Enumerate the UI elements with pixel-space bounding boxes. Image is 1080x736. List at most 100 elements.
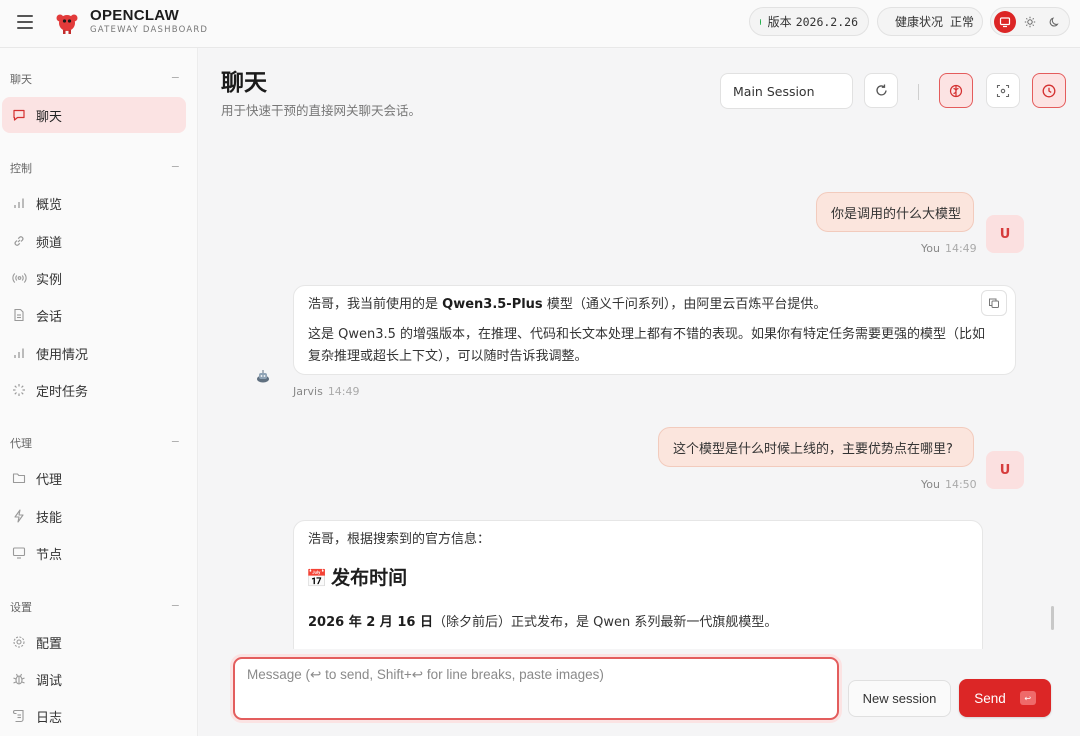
focus-mode-button[interactable] [986, 73, 1020, 108]
loader-icon [11, 382, 27, 398]
thinking-toggle-button[interactable] [939, 73, 973, 108]
sidebar-item-config[interactable]: 配置 [2, 624, 186, 660]
message-meta: You 14:49 [921, 242, 977, 255]
sidebar-item-nodes[interactable]: 节点 [2, 535, 186, 571]
sidebar-item-label: 使用情况 [36, 347, 89, 363]
message-paragraph: 浩哥，我当前使用的是 Qwen3.5-Plus 模型（通义千问系列），由阿里云百… [308, 292, 826, 317]
assistant-message-bubble: 浩哥，我当前使用的是 Qwen3.5-Plus 模型（通义千问系列），由阿里云百… [293, 285, 1016, 375]
user-message-bubble: 这个模型是什么时候上线的，主要优势点在哪里? [658, 427, 974, 467]
status-dot-icon [760, 18, 761, 25]
message-time: 14:50 [944, 478, 977, 491]
message-sender: You [921, 242, 940, 255]
send-label: Send [974, 690, 1006, 706]
version-label: 版本 [767, 15, 792, 29]
message-heading: 📅 发布时间 [306, 566, 407, 592]
message-meta: Jarvis 14:49 [293, 385, 360, 398]
brand-title: OPENCLAW [90, 7, 180, 24]
monitor-icon [999, 17, 1011, 28]
message-text: 复杂推理或超长上下文），可以随时告诉我调整。 [308, 349, 588, 364]
sidebar-item-channels[interactable]: 频道 [2, 223, 186, 259]
health-badge: 健康状况 正常 [877, 7, 983, 36]
theme-light-button[interactable] [1019, 11, 1041, 33]
folder-icon [11, 470, 27, 486]
sidebar-item-logs[interactable]: 日志 [2, 698, 186, 734]
link-icon [11, 233, 27, 249]
document-icon [11, 307, 27, 323]
sidebar-item-label: 节点 [36, 547, 63, 563]
chat-scrollbar[interactable] [1051, 606, 1054, 630]
health-label: 健康状况 [895, 15, 944, 29]
chat-icon [11, 107, 27, 123]
sidebar-item-label: 会话 [36, 309, 63, 325]
avatar: U [986, 215, 1024, 253]
sidebar-item-label: 聊天 [36, 109, 63, 125]
refresh-button[interactable] [864, 73, 898, 108]
sidebar-item-label: 代理 [36, 472, 63, 488]
page-title: 聊天 [221, 70, 267, 96]
sidebar-item-usage[interactable]: 使用情况 [2, 335, 186, 371]
section-title: 设置 [10, 601, 32, 614]
copy-icon [989, 298, 999, 308]
sidebar-item-label: 实例 [36, 272, 63, 288]
sidebar-section-settings[interactable]: 设置 − [10, 599, 180, 615]
sidebar-item-instances[interactable]: 实例 [2, 260, 186, 296]
section-title: 控制 [10, 162, 32, 175]
message-text: 浩哥，根据搜索到的官方信息： [308, 532, 491, 547]
sidebar-item-agents[interactable]: 代理 [2, 460, 186, 496]
section-title: 聊天 [10, 73, 32, 86]
sidebar-section-agents[interactable]: 代理 − [10, 435, 180, 451]
send-button[interactable]: Send ↩ [959, 679, 1051, 717]
version-badge: 版本 2026.2.26 [749, 7, 869, 36]
menu-icon[interactable] [17, 15, 33, 29]
sidebar-item-label: 技能 [36, 510, 63, 526]
sidebar-item-cron[interactable]: 定时任务 [2, 372, 186, 408]
broadcast-icon [11, 270, 27, 286]
theme-dark-button[interactable] [1044, 11, 1066, 33]
sidebar-item-overview[interactable]: 概览 [2, 185, 186, 221]
sidebar-item-label: 日志 [36, 710, 63, 726]
sidebar-section-chat[interactable]: 聊天 − [10, 71, 180, 87]
sun-icon [1024, 16, 1036, 28]
avatar: U [986, 451, 1024, 489]
sidebar-item-label: 调试 [36, 673, 63, 689]
message-sender: Jarvis [293, 385, 323, 398]
lightning-icon [11, 508, 27, 524]
sidebar-item-chat[interactable]: 聊天 [2, 97, 186, 133]
calendar-icon: 📅 [306, 569, 328, 589]
message-text: 浩哥，我当前使用的是 [308, 297, 443, 312]
copy-button[interactable] [981, 290, 1007, 316]
session-select[interactable]: Main Session [720, 73, 853, 109]
sidebar-item-skills[interactable]: 技能 [2, 498, 186, 534]
brain-icon [949, 84, 963, 97]
brand-subtitle: GATEWAY DASHBOARD [90, 25, 209, 35]
user-message-bubble: 你是调用的什么大模型 [816, 192, 974, 232]
theme-system-button[interactable] [994, 11, 1016, 33]
moon-icon [1049, 17, 1059, 27]
theme-switcher [990, 7, 1070, 36]
focus-icon [996, 84, 1010, 97]
message-time: 14:49 [327, 385, 360, 398]
message-input[interactable] [247, 667, 827, 711]
message-time: 14:49 [944, 242, 977, 255]
sidebar-section-control[interactable]: 控制 − [10, 160, 180, 176]
bot-avatar-icon [257, 370, 269, 383]
sidebar-item-sessions[interactable]: 会话 [2, 297, 186, 333]
section-title: 代理 [10, 437, 32, 450]
collapse-icon: − [170, 71, 180, 84]
message-text: 模型（通义千问系列），由阿里云百炼平台提供。 [542, 297, 827, 312]
heading-text: 发布时间 [331, 567, 408, 589]
new-session-button[interactable]: New session [848, 680, 951, 717]
sidebar-item-debug[interactable]: 调试 [2, 661, 186, 697]
message-meta: You 14:50 [921, 478, 977, 491]
toolbar-divider [918, 84, 919, 100]
health-value: 正常 [950, 15, 975, 29]
message-sender: You [921, 478, 940, 491]
sidebar-item-label: 定时任务 [36, 384, 89, 400]
composer-area: New session Send ↩ [199, 649, 1080, 736]
refresh-icon [875, 84, 887, 96]
main-panel: 聊天 用于快速干预的直接网关聊天会话。 Main Session 你是调用的什么… [199, 49, 1080, 736]
cron-toggle-button[interactable] [1032, 73, 1066, 108]
scroll-icon [11, 708, 27, 724]
gear-icon [11, 634, 27, 650]
release-date: 2026 年 2 月 16 日 [308, 615, 433, 630]
